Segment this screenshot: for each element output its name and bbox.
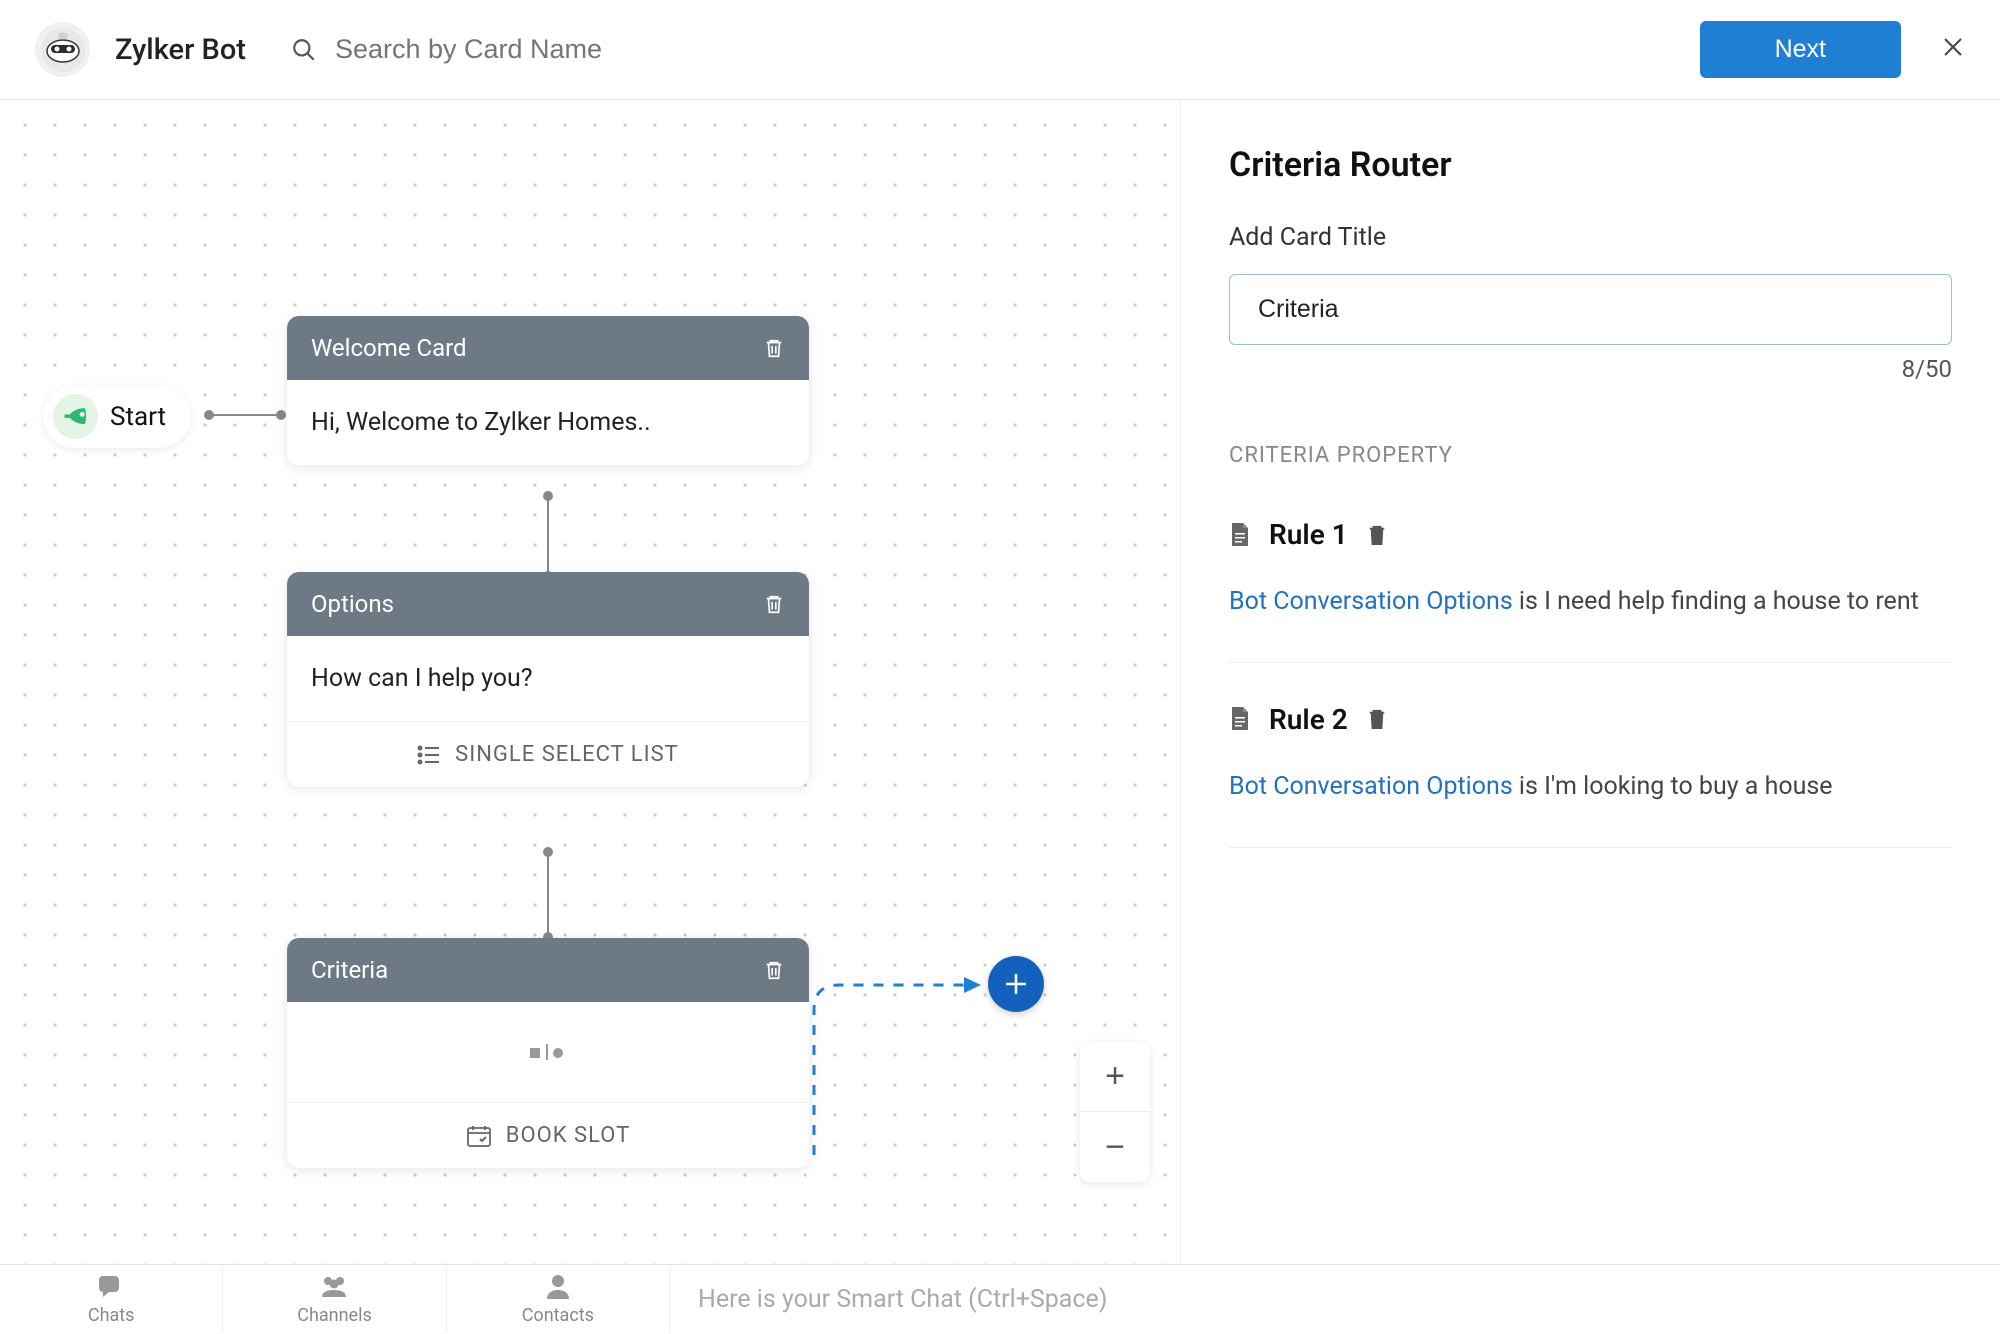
card-title-input[interactable] [1229,274,1952,345]
card-footer-label: BOOK SLOT [506,1123,630,1148]
rule-text: Bot Conversation Options is I'm looking … [1229,768,1952,807]
list-icon [417,745,441,765]
tab-chats[interactable]: Chats [0,1267,223,1332]
tab-label: Contacts [447,1305,669,1326]
card-footer[interactable]: BOOK SLOT [287,1102,809,1168]
card-footer-label: SINGLE SELECT LIST [455,742,679,767]
rule-name: Rule 2 [1269,703,1348,736]
connector-line [547,852,549,937]
trash-icon[interactable] [763,592,785,616]
chats-icon [97,1273,125,1299]
tab-label: Channels [223,1305,445,1326]
card-title: Welcome Card [311,334,467,362]
card-header: Welcome Card [287,316,809,380]
document-icon [1229,706,1251,732]
trash-icon[interactable] [1366,522,1388,548]
bottom-bar: Chats Channels Contacts Here is your Sma… [0,1264,2000,1334]
card-title: Options [311,590,394,618]
rule-block: Rule 2 Bot Conversation Options is I'm l… [1229,703,1952,848]
card-criteria[interactable]: Criteria BOOK SLOT [287,938,809,1168]
trash-icon[interactable] [1366,706,1388,732]
card-options[interactable]: Options How can I help you? SINGLE SELEC… [287,572,809,787]
connector-line [209,414,281,416]
dashed-connector [809,970,994,1165]
channels-icon [320,1273,348,1299]
rule-name: Rule 1 [1269,518,1348,551]
rocket-icon [53,394,98,439]
card-body: Hi, Welcome to Zylker Homes.. [287,380,809,465]
rule-condition: is I need help finding a house to rent [1513,587,1919,616]
placeholder-icon [528,1040,568,1064]
bot-name: Zylker Bot [115,33,246,67]
tab-label: Chats [0,1305,222,1326]
card-header: Criteria [287,938,809,1002]
app-header: Zylker Bot Next [0,0,2000,100]
panel-title: Criteria Router [1229,145,1952,185]
card-footer[interactable]: SINGLE SELECT LIST [287,721,809,787]
rule-text: Bot Conversation Options is I need help … [1229,583,1952,622]
connector-line [547,496,549,576]
close-icon[interactable] [1941,33,1965,67]
tab-contacts[interactable]: Contacts [447,1267,670,1332]
trash-icon[interactable] [763,958,785,982]
tab-channels[interactable]: Channels [223,1267,446,1332]
search-wrap [291,34,1700,65]
char-count: 8/50 [1229,355,1952,383]
card-body: How can I help you? [287,636,809,721]
document-icon [1229,522,1251,548]
add-card-button[interactable] [988,956,1044,1012]
contacts-icon [544,1273,572,1299]
zoom-out-button[interactable]: − [1080,1112,1150,1182]
card-welcome[interactable]: Welcome Card Hi, Welcome to Zylker Homes… [287,316,809,465]
next-button[interactable]: Next [1700,21,1901,78]
start-label: Start [110,402,166,432]
card-title: Criteria [311,956,388,984]
zoom-in-button[interactable]: + [1080,1042,1150,1112]
field-label: Add Card Title [1229,223,1952,252]
rule-header: Rule 2 [1229,703,1952,736]
card-body [287,1002,809,1102]
rule-link[interactable]: Bot Conversation Options [1229,772,1513,801]
rule-condition: is I'm looking to buy a house [1513,772,1833,801]
bot-avatar [35,22,90,77]
side-panel: Criteria Router Add Card Title 8/50 CRIT… [1180,100,2000,1264]
section-label: CRITERIA PROPERTY [1229,443,1952,468]
card-header: Options [287,572,809,636]
bottom-tabs: Chats Channels Contacts [0,1267,670,1332]
search-input[interactable] [335,34,835,65]
smart-chat-input[interactable]: Here is your Smart Chat (Ctrl+Space) [698,1285,1107,1314]
trash-icon[interactable] [763,336,785,360]
calendar-icon [466,1124,492,1148]
start-node[interactable]: Start [43,385,191,448]
search-icon [291,37,317,63]
rule-header: Rule 1 [1229,518,1952,551]
zoom-control: + − [1080,1042,1150,1182]
flow-canvas[interactable]: Start Welcome Card Hi, Welcome to Zylker… [0,100,1180,1264]
rule-link[interactable]: Bot Conversation Options [1229,587,1513,616]
main-content: Start Welcome Card Hi, Welcome to Zylker… [0,100,2000,1264]
rule-block: Rule 1 Bot Conversation Options is I nee… [1229,518,1952,663]
